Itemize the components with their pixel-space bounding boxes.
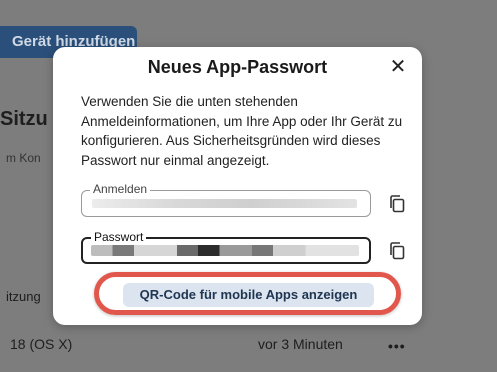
login-value-redacted xyxy=(92,199,357,208)
session-device: 18 (OS X) xyxy=(10,336,73,352)
session-menu-button[interactable]: ••• xyxy=(388,338,406,354)
password-value-redacted xyxy=(91,245,359,256)
section-subtitle: m Kon xyxy=(6,151,41,165)
login-field[interactable]: Anmelden xyxy=(81,182,371,217)
close-icon[interactable]: ✕ xyxy=(386,55,410,79)
show-qr-code-button[interactable]: QR-Code für mobile Apps anzeigen xyxy=(123,283,374,307)
copy-password-icon[interactable] xyxy=(388,241,406,261)
session-row-label: itzung xyxy=(6,289,41,304)
app-password-dialog: Neues App-Passwort ✕ Verwenden Sie die u… xyxy=(53,47,422,325)
section-title: Sitzu xyxy=(0,108,48,130)
password-label: Passwort xyxy=(91,230,147,244)
login-label: Anmelden xyxy=(90,182,151,196)
dialog-description: Verwenden Sie die unten stehenden Anmeld… xyxy=(81,94,403,168)
dialog-title: Neues App-Passwort xyxy=(147,57,328,77)
password-field[interactable]: Passwort xyxy=(81,230,371,264)
copy-login-icon[interactable] xyxy=(388,194,406,214)
session-time: vor 3 Minuten xyxy=(258,336,343,352)
